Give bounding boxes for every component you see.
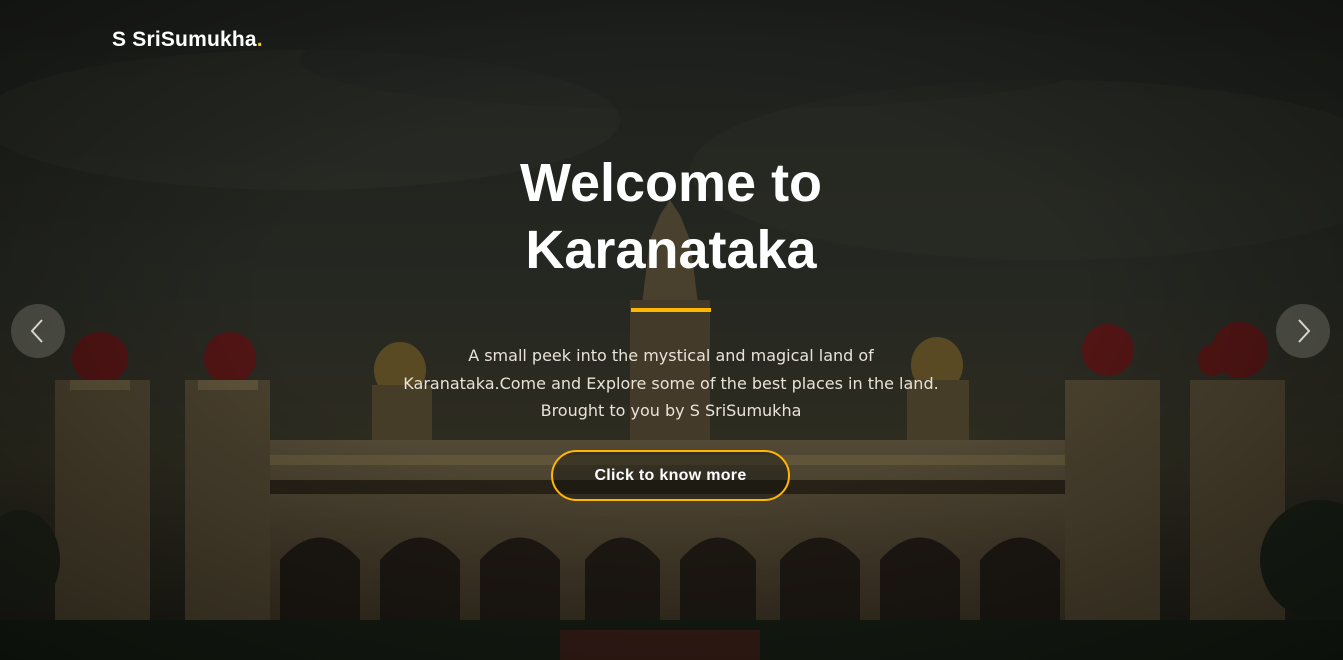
hero-title: Welcome to Karanataka bbox=[371, 150, 971, 284]
hero-content: Welcome to Karanataka A small peek into … bbox=[0, 0, 1343, 660]
title-divider bbox=[631, 308, 711, 312]
hero-title-line-2: Karanataka bbox=[525, 220, 817, 280]
chevron-right-icon bbox=[1298, 319, 1311, 343]
carousel-next-button[interactable] bbox=[1276, 304, 1330, 358]
carousel-prev-button[interactable] bbox=[11, 304, 65, 358]
hero-section: S SriSumukha. Welcome to Karanataka A sm… bbox=[0, 0, 1343, 660]
hero-title-line-1: Welcome to bbox=[519, 153, 823, 213]
hero-description: A small peek into the mystical and magic… bbox=[403, 346, 939, 420]
know-more-button[interactable]: Click to know more bbox=[551, 450, 790, 501]
chevron-left-icon bbox=[30, 319, 43, 343]
